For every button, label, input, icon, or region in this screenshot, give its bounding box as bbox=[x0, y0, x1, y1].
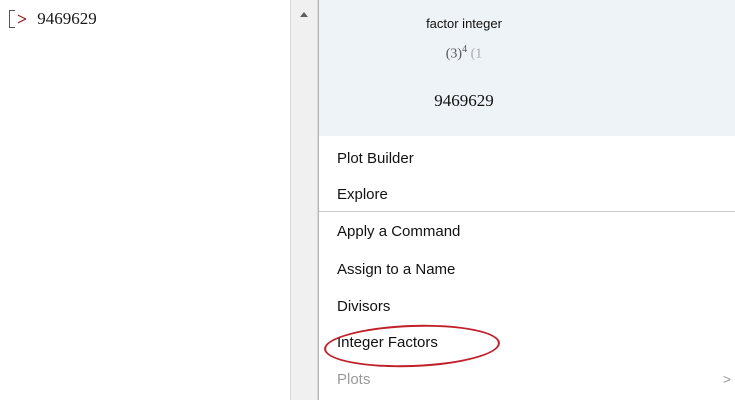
menu-item-label: Apply a Command bbox=[337, 222, 461, 240]
input-prompt: > bbox=[17, 9, 28, 29]
execution-group-bracket[interactable] bbox=[9, 10, 15, 28]
formula-trailing: (1 bbox=[470, 46, 483, 62]
scroll-up-arrow-icon bbox=[300, 11, 308, 17]
menu-item-integer-factors[interactable]: Integer Factors bbox=[319, 324, 735, 360]
menu-item-label: Plot Builder bbox=[337, 149, 414, 167]
preview-formula: (3)4 (1 bbox=[319, 44, 609, 63]
preview-title: factor integer bbox=[426, 16, 502, 31]
context-menu-preview: factor integer (3)4 (1 9469629 bbox=[319, 0, 735, 136]
formula-exponent: 4 bbox=[462, 44, 468, 55]
menu-item-divisors[interactable]: Divisors bbox=[319, 288, 735, 324]
execution-group[interactable]: > 9469629 bbox=[9, 10, 97, 28]
math-input[interactable]: 9469629 bbox=[37, 10, 97, 28]
formula-base: (3) bbox=[445, 46, 463, 62]
preview-result: 9469629 bbox=[434, 91, 494, 110]
context-menu: factor integer (3)4 (1 9469629 Plot Buil… bbox=[318, 0, 735, 400]
scroll-up-button[interactable] bbox=[291, 0, 317, 36]
submenu-arrow-icon: > bbox=[722, 371, 731, 387]
menu-item-label: Explore bbox=[337, 185, 388, 203]
menu-item-plot-builder[interactable]: Plot Builder bbox=[319, 140, 735, 176]
worksheet-area[interactable]: > 9469629 bbox=[0, 0, 290, 400]
menu-item-label: Integer Factors bbox=[337, 333, 438, 351]
menu-separator bbox=[319, 211, 735, 212]
menu-item-explore[interactable]: Explore bbox=[319, 176, 735, 212]
vertical-scrollbar[interactable] bbox=[290, 0, 318, 400]
menu-item-assign-to-a-name[interactable]: Assign to a Name bbox=[319, 251, 735, 287]
menu-item-apply-a-command[interactable]: Apply a Command bbox=[319, 213, 735, 249]
menu-item-label: Assign to a Name bbox=[337, 260, 456, 278]
menu-item-label: Plots bbox=[337, 370, 371, 388]
menu-item-plots[interactable]: Plots > bbox=[319, 361, 735, 397]
menu-item-label: Divisors bbox=[337, 297, 391, 315]
